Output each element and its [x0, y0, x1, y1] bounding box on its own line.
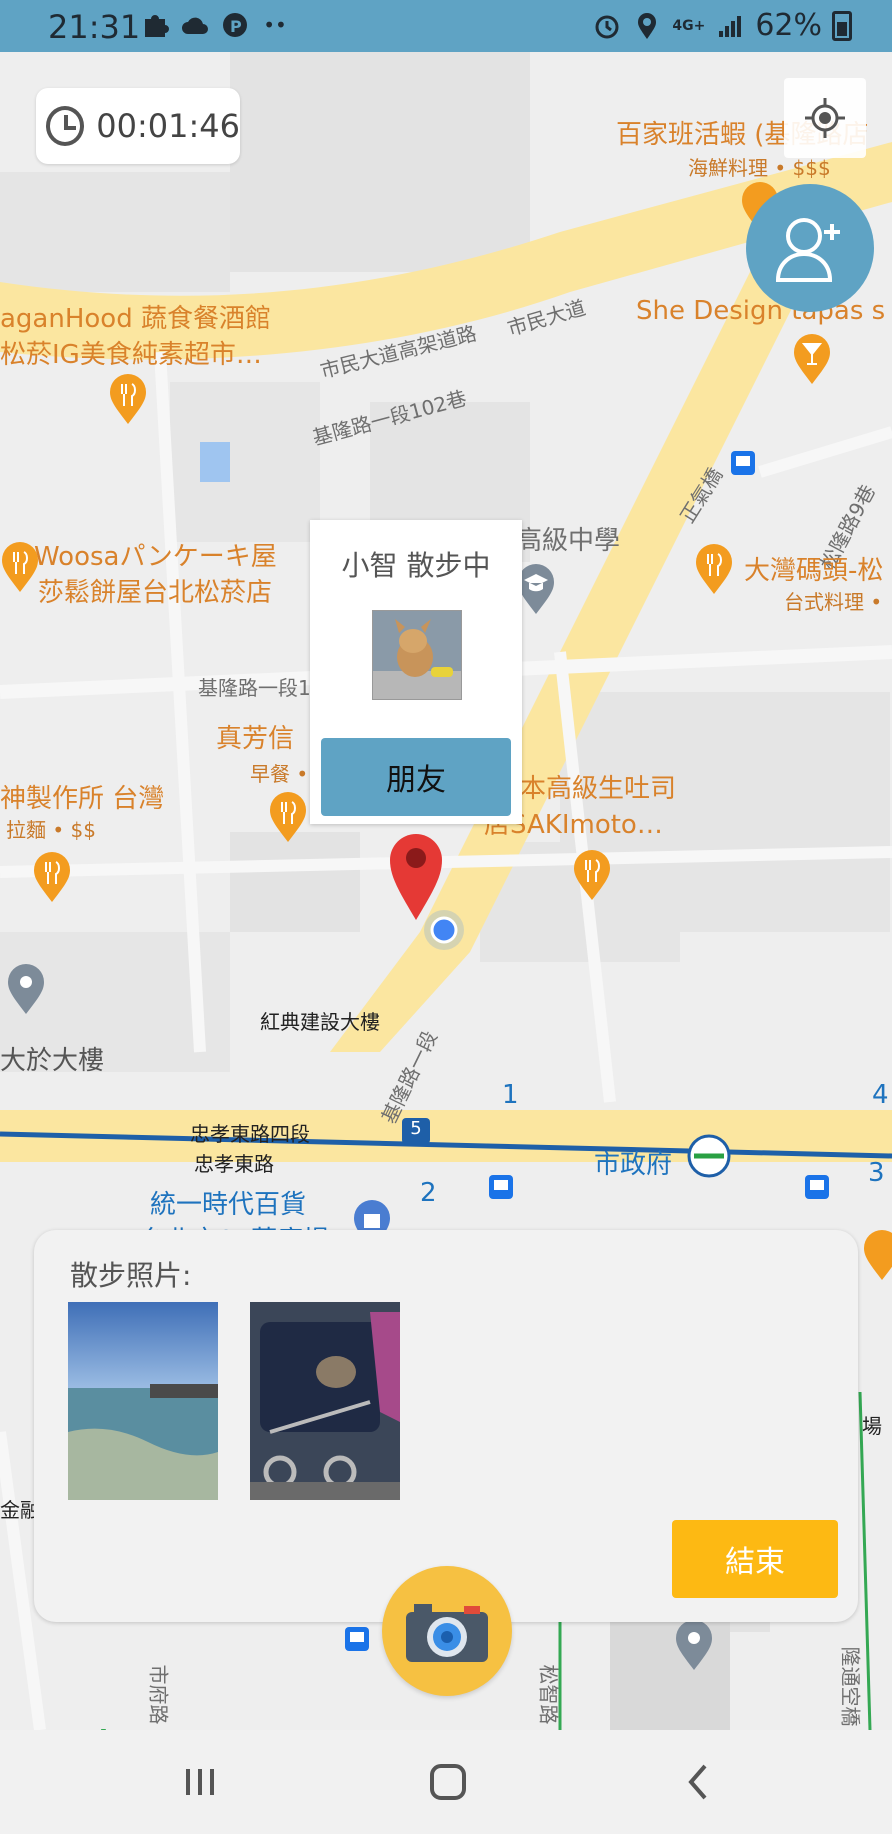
crosshair-icon — [805, 98, 845, 138]
svg-text:P: P — [230, 17, 242, 36]
my-location-button[interactable] — [784, 78, 866, 158]
map-label-noodle-1: 神製作所 台灣 — [0, 784, 165, 814]
bus-stop-icon[interactable] — [804, 1174, 830, 1200]
panel-title: 散步照片: — [70, 1259, 192, 1292]
map-label-zhenfang-sub: 早餐 • — [250, 762, 309, 786]
map-label-woosa-1: Woosaパンケーキ屋 — [34, 542, 277, 572]
map-label-toast-1: 本高級生吐司 — [520, 774, 677, 804]
place-pin-icon[interactable] — [6, 964, 46, 1016]
battery-icon — [832, 10, 852, 41]
map-label-songzhi-road: 松智路 — [536, 1664, 561, 1725]
school-pin-icon[interactable] — [516, 564, 556, 616]
map-label-zhongxiao-4: 忠孝東路四段 — [190, 1122, 310, 1146]
back-button[interactable] — [668, 1756, 728, 1808]
end-walk-button[interactable]: 結束 — [672, 1520, 838, 1598]
map-label-city-hall: 市政府 — [594, 1150, 673, 1180]
friend-button[interactable]: 朋友 — [321, 738, 511, 816]
back-arrow-icon — [688, 1764, 707, 1800]
map-label-uni-1: 統一時代百貨 — [150, 1190, 307, 1220]
status-time: 21:31 — [48, 8, 141, 46]
map-label-tunnel: 隆通空橋 — [838, 1646, 863, 1727]
route-5-badge: 5 — [402, 1118, 430, 1144]
bus-stop-icon[interactable] — [344, 1626, 370, 1652]
map-label-dawan-1: 大灣碼頭-松 — [744, 556, 884, 586]
bus-stop-icon[interactable] — [730, 450, 756, 476]
clock-icon — [46, 106, 85, 146]
restaurant-pin-icon[interactable] — [694, 544, 734, 596]
recent-apps-button[interactable] — [170, 1756, 230, 1808]
map-label-zhenfang: 真芳信 — [216, 724, 295, 754]
photo-thumbnail-stroller[interactable] — [250, 1302, 400, 1500]
map-label-exit-4: 4 — [872, 1080, 889, 1110]
add-user-icon — [775, 218, 840, 282]
camera-button[interactable] — [382, 1566, 512, 1696]
dog-photo — [372, 610, 462, 700]
photo-thumbnail-beach[interactable] — [68, 1302, 218, 1500]
more-dots-icon: •• — [263, 13, 287, 37]
notification-icons: P •• — [140, 10, 290, 40]
bar-pin-icon[interactable] — [792, 334, 832, 386]
map-label-she-design: She Design tapas s — [636, 296, 886, 326]
map-label-exit-2: 2 — [420, 1178, 437, 1208]
bus-stop-icon[interactable] — [488, 1174, 514, 1200]
network-type: 4G+ — [672, 17, 706, 34]
system-icons: 4G+ 62% — [592, 8, 852, 43]
battery-percent: 62% — [755, 8, 822, 43]
status-bar: 21:31 P •• 4G+ 62% — [0, 0, 892, 52]
signal-icon — [715, 11, 745, 41]
walk-timer: 00:01:46 — [36, 88, 240, 164]
restaurant-pin-icon[interactable] — [268, 792, 308, 844]
map-label-school: 高級中學 — [516, 526, 621, 556]
map-label-vegan-1: aganHood 蔬食餐酒館 — [0, 304, 271, 334]
recent-apps-icon — [186, 1769, 214, 1795]
home-button[interactable] — [418, 1756, 478, 1808]
alarm-icon — [592, 11, 622, 41]
home-icon — [430, 1764, 466, 1800]
map-label-dayu: 大於大樓 — [0, 1046, 105, 1076]
walk-photos-panel: 散步照片: 結束 — [34, 1230, 858, 1622]
timer-value: 00:01:46 — [96, 107, 240, 145]
map-label-vegan-2: 松菸IG美食純素超市… — [0, 340, 262, 370]
my-location-dot-icon — [424, 910, 464, 950]
map-label-woosa-2: 莎鬆餅屋台北松菸店 — [38, 578, 273, 608]
map-label-field: 場 — [862, 1414, 882, 1438]
restaurant-pin-icon[interactable] — [572, 850, 612, 902]
dog-info-popup: 小智 散步中 朋友 — [310, 520, 522, 824]
system-nav-bar — [0, 1730, 892, 1834]
map-label-keelung-road-1: 基隆路一段1 — [198, 676, 311, 700]
restaurant-pin-icon[interactable] — [32, 852, 72, 904]
location-icon — [632, 11, 662, 41]
map-label-hongdian: 紅典建設大樓 — [260, 1010, 380, 1034]
map-label-zhongxiao: 忠孝東路 — [194, 1152, 274, 1176]
map-label-city-hall-road: 市府路 — [146, 1664, 171, 1725]
add-friend-button[interactable] — [746, 184, 874, 312]
restaurant-pin-icon[interactable] — [0, 542, 40, 594]
restaurant-pin-icon[interactable] — [862, 1230, 892, 1282]
map-label-exit-3: 3 — [868, 1158, 885, 1188]
cloud-icon — [180, 10, 210, 40]
place-pin-icon[interactable] — [674, 1620, 714, 1672]
mrt-station-icon[interactable] — [684, 1134, 734, 1178]
popup-title: 小智 散步中 — [341, 549, 491, 582]
camera-icon — [406, 1604, 488, 1662]
map-label-noodle-2: 拉麵 • $$ — [6, 818, 96, 842]
puzzle-icon — [140, 10, 170, 40]
map-label-exit-1: 1 — [502, 1080, 519, 1110]
parking-icon: P — [220, 10, 250, 40]
restaurant-pin-icon[interactable] — [108, 374, 148, 426]
map-label-dawan-2: 台式料理 • — [784, 590, 883, 614]
